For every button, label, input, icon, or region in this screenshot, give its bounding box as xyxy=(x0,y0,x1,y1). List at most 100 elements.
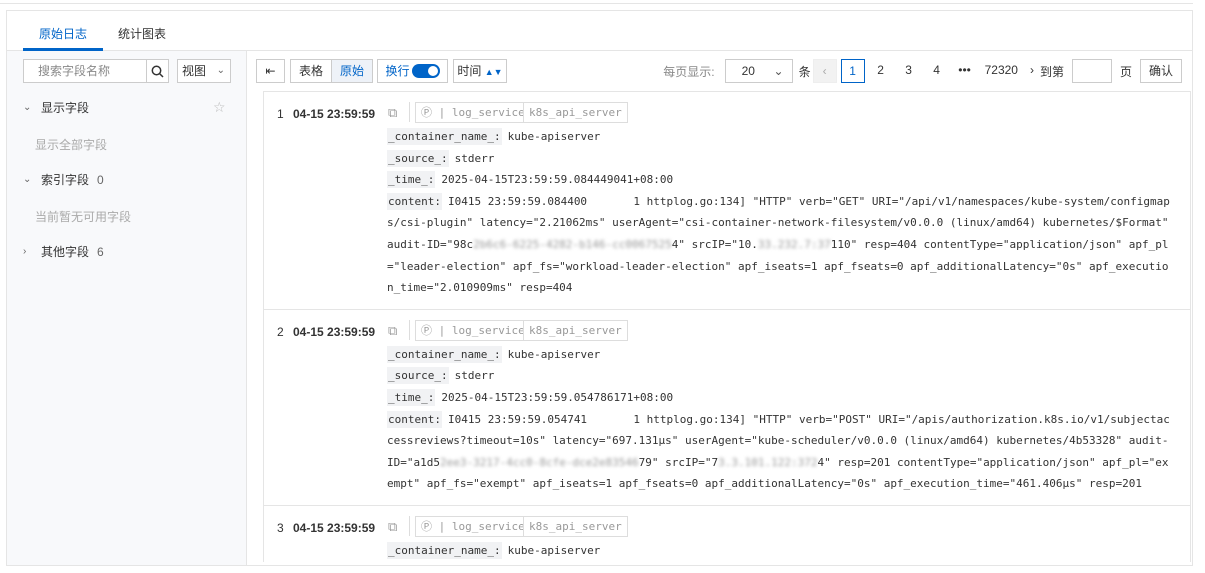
star-icon[interactable]: ☆ xyxy=(213,99,226,116)
page-2[interactable]: 2 xyxy=(869,59,893,83)
section-other-fields[interactable]: › 其他字段 6 xyxy=(23,243,104,260)
field-key[interactable]: _container_name_: xyxy=(387,541,502,559)
page-4[interactable]: 4 xyxy=(925,59,949,83)
log-field: _source_: stderr xyxy=(387,365,1173,387)
log-time: 04-15 23:59:59 xyxy=(293,107,376,121)
divider xyxy=(409,319,410,340)
per-page-value: 20 xyxy=(741,64,755,78)
tag-log-service: Ⓟ | log_service xyxy=(415,515,531,537)
field-value[interactable]: 2025-04-15T23:59:59.054786171+08:00 xyxy=(441,391,673,404)
field-value[interactable]: kube-apiserver xyxy=(508,348,601,361)
tag-text: log_service xyxy=(451,323,525,337)
page-3[interactable]: 3 xyxy=(897,59,921,83)
field-sidebar: 视图 ⌄ ⌄ 显示字段 ☆ 显示全部字段 ⌄ 索引字段 0 当前暂无可用字段 › 其他字段… xyxy=(7,51,247,565)
field-search xyxy=(23,59,169,83)
page-1[interactable]: 1 xyxy=(840,59,865,83)
log-panel: 原始日志 统计图表 视图 ⌄ ⌄ 显示字段 ☆ 显示全部字段 ⌄ 索引字段 0 当前暂无… xyxy=(6,10,1193,566)
field-key[interactable]: content: xyxy=(387,410,442,428)
field-value[interactable]: stderr xyxy=(455,152,495,165)
confirm-button[interactable]: 确认 xyxy=(1140,59,1182,83)
prev-page-button[interactable]: ‹ xyxy=(812,59,837,83)
section-index-fields[interactable]: ⌄ 索引字段 0 xyxy=(23,171,104,188)
tag-log-service: Ⓟ | log_service xyxy=(415,319,531,341)
log-index: 1 xyxy=(277,107,284,121)
log-entry: 2 04-15 23:59:59 ⧉ Ⓟ | log_service k8s_a… xyxy=(264,310,1190,506)
copy-icon[interactable]: ⧉ xyxy=(388,323,397,339)
field-key[interactable]: _container_name_: xyxy=(387,345,502,363)
field-value[interactable]: kube-apiserver xyxy=(508,130,601,143)
section-label: 显示字段 xyxy=(41,101,90,115)
tag-logstore: k8s_api_server xyxy=(523,319,628,341)
tab-charts[interactable]: 统计图表 xyxy=(118,25,166,42)
tag-text: log_service xyxy=(451,106,525,119)
log-time: 04-15 23:59:59 xyxy=(293,520,376,535)
chevron-down-icon: ⌄ xyxy=(23,102,32,113)
search-button[interactable] xyxy=(146,60,168,82)
indent-icon: ⇤ xyxy=(265,64,276,78)
raw-mode-button[interactable]: 原始 xyxy=(331,60,372,82)
log-index: 3 xyxy=(277,520,284,535)
show-all-fields[interactable]: 显示全部字段 xyxy=(35,136,107,153)
copy-icon[interactable]: ⧉ xyxy=(388,519,397,535)
log-content: content: I0415 23:59:59.054741 1 httplog.… xyxy=(387,409,1173,495)
log-fields: _container_name_: kube-apiserver xyxy=(387,540,1173,562)
time-sort-label: 时间 xyxy=(457,64,482,78)
section-display-fields[interactable]: ⌄ 显示字段 xyxy=(23,99,89,116)
tag-logstore: k8s_api_server xyxy=(523,515,628,537)
next-page-button[interactable]: › xyxy=(1026,59,1038,83)
wrap-label: 换行 xyxy=(385,64,410,78)
log-list: 1 04-15 23:59:59 ⧉ Ⓟ | log_service k8s_a… xyxy=(263,91,1191,562)
log-main: ⇤ 表格 原始 换行 时间 ▲▼ 每页显示: 20 ⌄ 条 ‹ 1 2 3 4 •… xyxy=(256,51,1192,565)
field-value[interactable]: stderr xyxy=(455,369,495,382)
content-text: 4" srcIP="10. xyxy=(671,237,758,251)
top-divider xyxy=(0,0,1193,4)
collapse-sidebar-button[interactable]: ⇤ xyxy=(256,59,285,83)
wrap-toggle[interactable]: 换行 xyxy=(377,59,448,83)
log-fields: _container_name_: kube-apiserver _source_:… xyxy=(387,126,1173,299)
field-value[interactable]: kube-apiserver xyxy=(508,544,601,557)
divider xyxy=(409,515,410,536)
log-field: _time_: 2025-04-15T23:59:59.084449041+08:… xyxy=(387,169,1173,191)
field-key[interactable]: content: xyxy=(387,192,442,210)
field-key[interactable]: _time_: xyxy=(387,388,436,406)
project-icon: Ⓟ xyxy=(421,323,432,337)
log-content: content: I0415 23:59:59.084400 1 httplog.… xyxy=(387,191,1173,299)
log-field: _container_name_: kube-apiserver xyxy=(387,540,1173,562)
log-field: _time_: 2025-04-15T23:59:59.054786171+08:… xyxy=(387,387,1173,409)
per-page-select[interactable]: 20 ⌄ xyxy=(724,59,793,83)
tab-raw-logs[interactable]: 原始日志 xyxy=(39,25,87,42)
field-key[interactable]: _time_: xyxy=(387,171,436,189)
table-mode-button[interactable]: 表格 xyxy=(291,60,331,82)
redacted-value: 3.3.101.122:372 xyxy=(718,455,818,469)
chevron-down-icon: ⌄ xyxy=(23,174,32,185)
redacted-value: 2ee3-3217-4cc0-8cfe-dce2e83546 xyxy=(439,455,639,469)
field-key[interactable]: _source_: xyxy=(387,149,449,167)
section-label: 其他字段 xyxy=(41,245,90,259)
goto-label: 到第 xyxy=(1039,64,1064,79)
tag-text: log_service xyxy=(451,519,525,533)
log-field: _source_: stderr xyxy=(387,148,1173,170)
chevron-down-icon: ⌄ xyxy=(773,64,784,78)
field-search-input[interactable] xyxy=(24,60,146,82)
copy-icon[interactable]: ⧉ xyxy=(388,105,397,121)
log-entry: 3 04-15 23:59:59 ⧉ Ⓟ | log_service k8s_a… xyxy=(264,506,1190,562)
redacted-value: 2b6c6-6225-4282-b146-cc0067525 xyxy=(473,237,672,251)
field-key[interactable]: _container_name_: xyxy=(387,128,502,145)
tab-bar: 原始日志 统计图表 xyxy=(7,11,1192,51)
no-fields-message: 当前暂无可用字段 xyxy=(35,210,132,224)
field-key[interactable]: _source_: xyxy=(387,367,449,385)
section-count: 6 xyxy=(97,244,104,259)
field-value[interactable]: 2025-04-15T23:59:59.084449041+08:00 xyxy=(441,173,673,186)
project-icon: Ⓟ xyxy=(421,519,432,533)
log-time: 04-15 23:59:59 xyxy=(293,324,376,339)
section-count: 0 xyxy=(97,172,104,187)
page-ellipsis[interactable]: ••• xyxy=(953,59,977,83)
divider xyxy=(409,102,410,122)
view-select-label: 视图 xyxy=(182,64,207,78)
view-select[interactable]: 视图 ⌄ xyxy=(177,59,231,83)
page-last[interactable]: 72320 xyxy=(985,59,1018,83)
tag-logstore: k8s_api_server xyxy=(523,102,628,123)
toggle-switch[interactable] xyxy=(411,64,440,78)
goto-page-input[interactable] xyxy=(1071,59,1112,83)
time-sort-button[interactable]: 时间 ▲▼ xyxy=(453,59,507,83)
